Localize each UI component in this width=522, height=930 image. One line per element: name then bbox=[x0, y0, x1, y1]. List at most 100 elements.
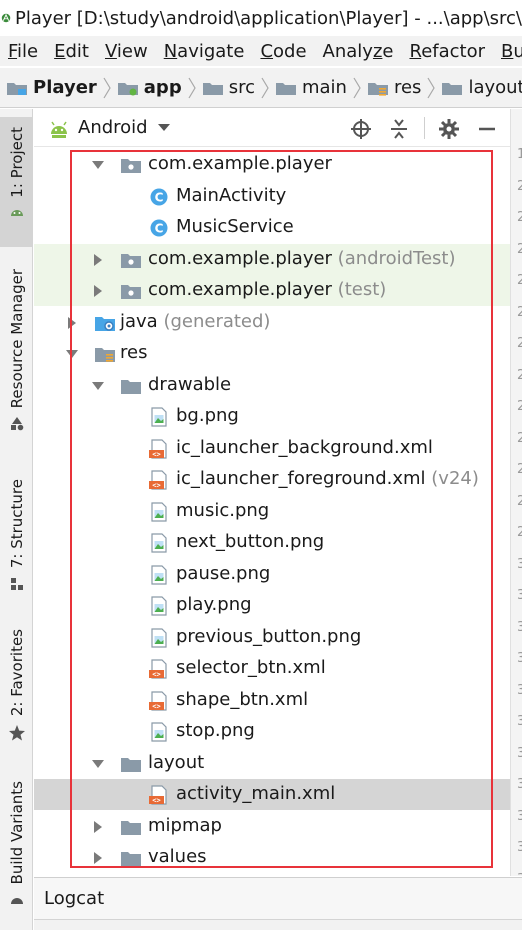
chevron-down-icon[interactable] bbox=[92, 159, 104, 171]
tab-favorites[interactable]: 2: Favorites bbox=[0, 629, 33, 749]
tab-favorites-label: 2: Favorites bbox=[7, 629, 26, 717]
chevron-down-icon[interactable] bbox=[66, 348, 78, 360]
tree-row[interactable]: com.example.player bbox=[34, 149, 510, 180]
tree-row[interactable]: values bbox=[34, 842, 510, 873]
package-folder-icon bbox=[120, 281, 142, 301]
tree-item-name: ic_launcher_background.xml bbox=[176, 436, 433, 458]
tree-row[interactable]: com.example.player (test) bbox=[34, 275, 510, 306]
tree-row[interactable]: previous_button.png bbox=[34, 622, 510, 653]
breadcrumb-item-app[interactable]: app bbox=[111, 77, 196, 99]
breadcrumb-item-res[interactable]: res bbox=[361, 77, 436, 99]
tree-item-name: layout bbox=[148, 751, 205, 773]
chevron-down-icon[interactable] bbox=[92, 758, 104, 770]
menu-item-bu[interactable]: Bu bbox=[493, 41, 522, 62]
tree-row[interactable]: com.example.player (androidTest) bbox=[34, 243, 510, 275]
tab-structure[interactable]: 7: Structure bbox=[0, 479, 33, 604]
tab-resource-manager[interactable]: Resource Manager bbox=[0, 269, 33, 459]
breadcrumb-label: Player bbox=[33, 77, 97, 98]
module-folder-icon bbox=[117, 82, 138, 95]
tree-row[interactable]: mipmap bbox=[34, 811, 510, 842]
chevron-right-icon[interactable] bbox=[92, 253, 104, 266]
tree-row[interactable]: drawable bbox=[34, 370, 510, 401]
line-number-fragment: 3 bbox=[517, 651, 522, 666]
svg-text:C: C bbox=[155, 222, 164, 236]
line-number-fragment: 3 bbox=[517, 872, 522, 877]
minimize-icon[interactable] bbox=[476, 118, 498, 140]
breadcrumb-item-player[interactable]: Player bbox=[0, 77, 111, 99]
tree-item-label: MainActivity bbox=[176, 185, 286, 206]
view-mode-selector[interactable]: Android bbox=[78, 117, 148, 138]
package-folder-icon bbox=[120, 250, 142, 270]
chevron-right-icon[interactable] bbox=[92, 820, 104, 833]
menu-mnemonic: R bbox=[409, 40, 422, 62]
tree-row[interactable]: <> ic_launcher_foreground.xml (v24) bbox=[34, 464, 510, 495]
tree-row[interactable]: C MusicService bbox=[34, 212, 510, 243]
chevron-down-icon[interactable] bbox=[92, 380, 104, 392]
tree-row[interactable]: <> activity_main.xml bbox=[34, 779, 510, 810]
menu-item-navigate[interactable]: Navigate bbox=[156, 41, 253, 62]
project-folder-icon bbox=[7, 82, 27, 95]
resource-folder-icon bbox=[367, 82, 388, 96]
menu-mnemonic: B bbox=[501, 40, 514, 62]
tree-item-label: play.png bbox=[176, 594, 252, 615]
android-icon bbox=[10, 209, 23, 216]
tab-structure-label: 7: Structure bbox=[7, 479, 26, 569]
logcat-tab[interactable]: Logcat bbox=[34, 877, 522, 919]
tree-item-name: com.example.player bbox=[148, 279, 332, 300]
tree-item-name: next_button.png bbox=[176, 531, 325, 552]
tree-row[interactable]: java (generated) bbox=[34, 307, 510, 338]
gear-icon[interactable] bbox=[438, 118, 460, 140]
chevron-right-icon[interactable] bbox=[92, 285, 104, 297]
menu-item-refactor[interactable]: Refactor bbox=[401, 41, 493, 62]
tree-item-name: MainActivity bbox=[176, 184, 287, 206]
locate-icon[interactable] bbox=[350, 118, 372, 140]
breadcrumb-item-main[interactable]: main bbox=[269, 77, 361, 99]
tree-item-name: drawable bbox=[148, 373, 232, 395]
line-number-fragment: 2 bbox=[517, 305, 522, 320]
chevron-right-icon bbox=[103, 77, 111, 98]
tree-row[interactable]: bg.png bbox=[34, 401, 510, 432]
breadcrumb-item-layout[interactable]: layout bbox=[435, 77, 522, 98]
line-number-fragment: 2 bbox=[517, 210, 522, 225]
menu-item-file[interactable]: File bbox=[0, 41, 46, 62]
tree-row[interactable]: <> selector_btn.xml bbox=[34, 653, 510, 684]
collapse-all-icon[interactable] bbox=[388, 118, 410, 140]
menu-item-edit[interactable]: Edit bbox=[46, 41, 97, 62]
folder-icon bbox=[120, 376, 142, 396]
image-file-icon bbox=[148, 722, 170, 742]
tree-row[interactable]: res bbox=[34, 338, 510, 369]
tree-row[interactable]: next_button.png bbox=[34, 527, 510, 558]
tree-item-suffix: (test) bbox=[331, 279, 387, 300]
breadcrumb-item-src[interactable]: src bbox=[196, 77, 269, 99]
folder-icon bbox=[120, 754, 142, 774]
breadcrumb-label: res bbox=[393, 77, 422, 98]
tab-project[interactable]: 1: Project bbox=[0, 117, 33, 247]
tree-row[interactable]: C MainActivity bbox=[34, 181, 510, 212]
tree-row[interactable]: <> shape_btn.xml bbox=[34, 685, 510, 716]
chevron-down-icon[interactable] bbox=[157, 123, 170, 132]
line-number-fragment: 3 bbox=[517, 683, 522, 698]
breadcrumb-label: layout bbox=[468, 77, 522, 98]
menu-item-analyze[interactable]: Analyze bbox=[315, 41, 402, 62]
tree-item-name: previous_button.png bbox=[176, 625, 362, 647]
resource-folder-icon bbox=[94, 344, 116, 364]
menu-item-view[interactable]: View bbox=[97, 41, 156, 62]
tree-row[interactable]: play.png bbox=[34, 590, 510, 621]
tab-build-variants[interactable]: Build Variants bbox=[0, 781, 33, 921]
image-file-icon bbox=[148, 627, 170, 648]
tree-item-name: mipmap bbox=[148, 814, 222, 836]
chevron-right-icon[interactable] bbox=[92, 852, 104, 864]
line-number-fragment: 3 bbox=[517, 746, 522, 761]
tree-row[interactable]: layout bbox=[34, 748, 510, 779]
menu-item-code[interactable]: Code bbox=[252, 41, 314, 62]
tree-item-label: MusicService bbox=[176, 216, 294, 237]
tree-row[interactable]: pause.png bbox=[34, 559, 510, 590]
chevron-right-icon[interactable] bbox=[66, 316, 78, 329]
tree-row[interactable]: music.png bbox=[34, 496, 510, 527]
tree-item-label: mipmap bbox=[148, 815, 222, 836]
tree-row[interactable]: <> ic_launcher_background.xml bbox=[34, 433, 510, 464]
project-panel: Android com.example.player C MainActivity C… bbox=[34, 109, 510, 876]
svg-text:C: C bbox=[155, 190, 164, 204]
tree-row[interactable]: stop.png bbox=[34, 716, 510, 747]
tree-item-name: com.example.player bbox=[148, 247, 332, 269]
